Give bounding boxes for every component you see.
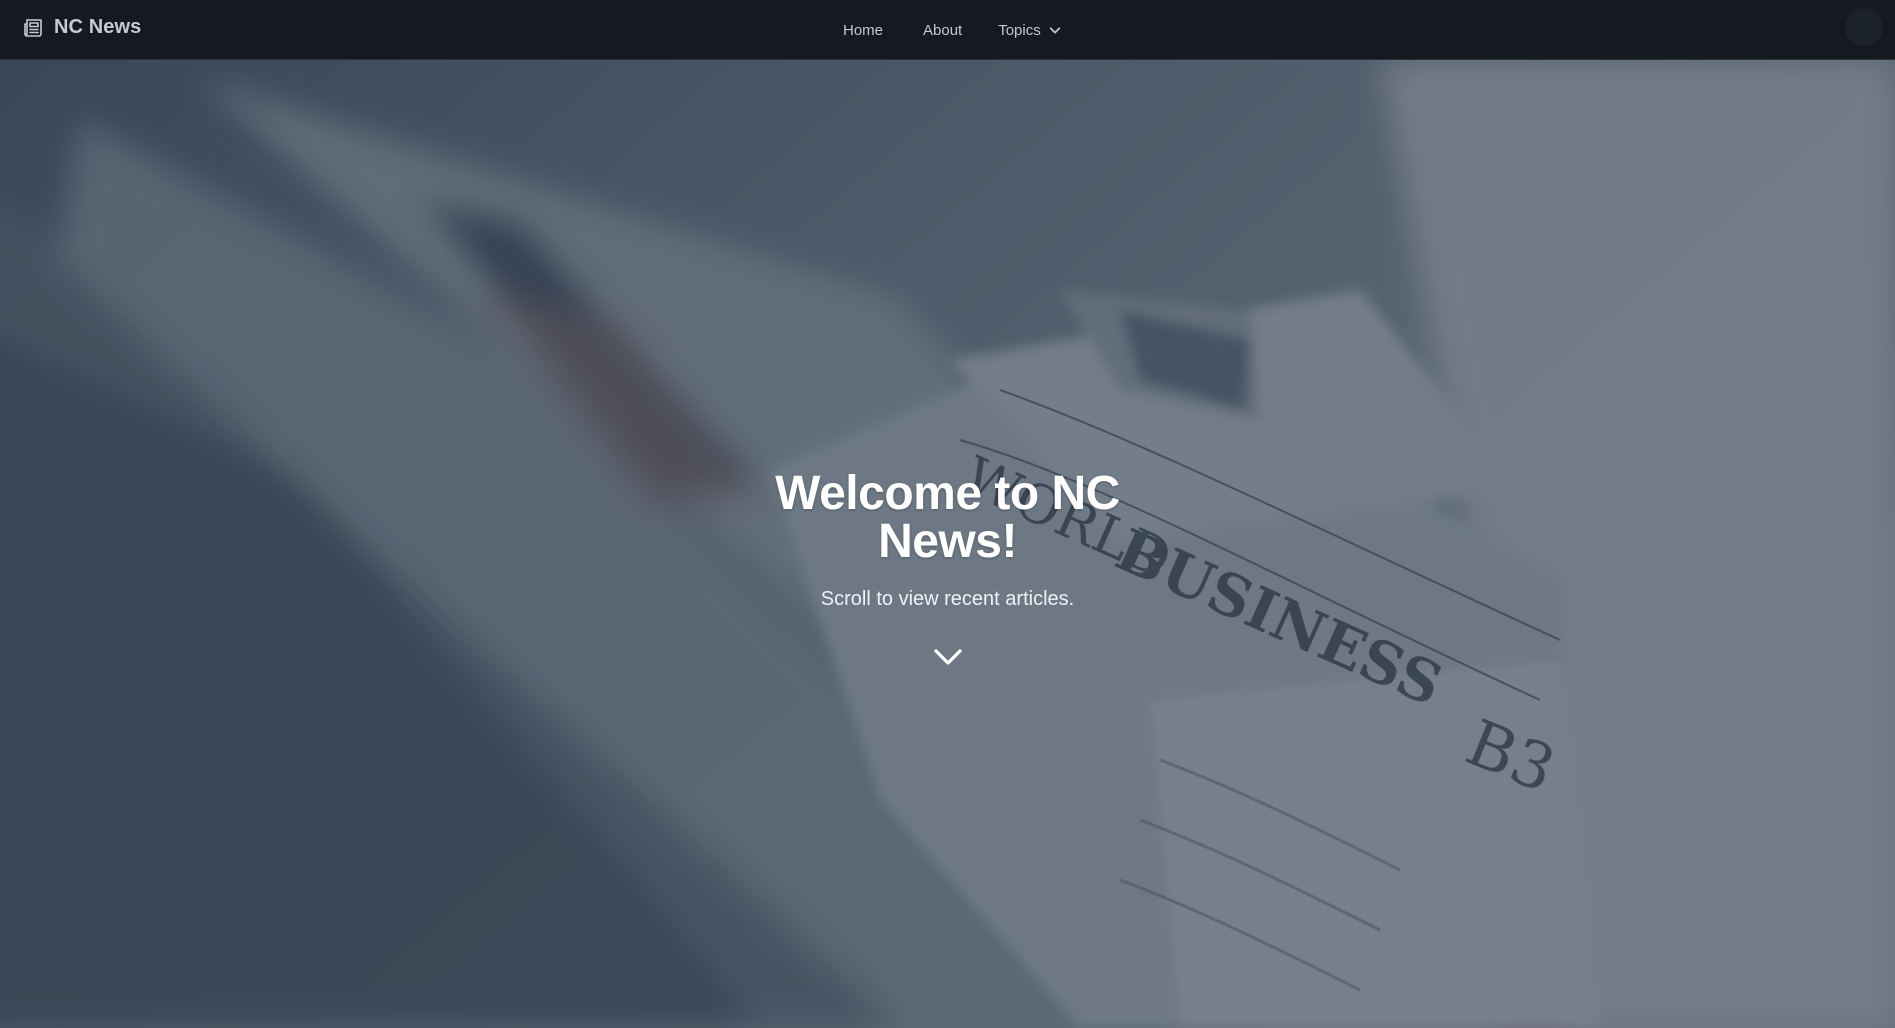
chevron-down-icon [1049,27,1060,34]
main-nav: Home About Topics [830,0,1062,60]
brand-link[interactable]: NC News [22,15,141,39]
user-avatar[interactable] [1845,8,1883,46]
hero-title: Welcome to NC News! [775,467,1120,568]
brand-title: NC News [54,15,142,38]
top-navbar: NC News Home About Topics [0,0,1895,60]
nav-topics-label: Topics [998,21,1041,39]
nav-about-link[interactable]: About [923,22,962,39]
nav-home-link[interactable]: Home [843,22,883,39]
hero-section: WORLD BUSINESS B3 Welcome to NC News! Sc… [0,60,1895,1028]
hero-subtitle: Scroll to view recent articles. [820,588,1075,610]
nav-topics-dropdown[interactable]: Topics [998,22,1062,39]
newspaper-icon [24,19,42,37]
chevron-down-icon[interactable] [931,645,965,669]
hero-content: Welcome to NC News! Scroll to view recen… [0,470,1895,674]
